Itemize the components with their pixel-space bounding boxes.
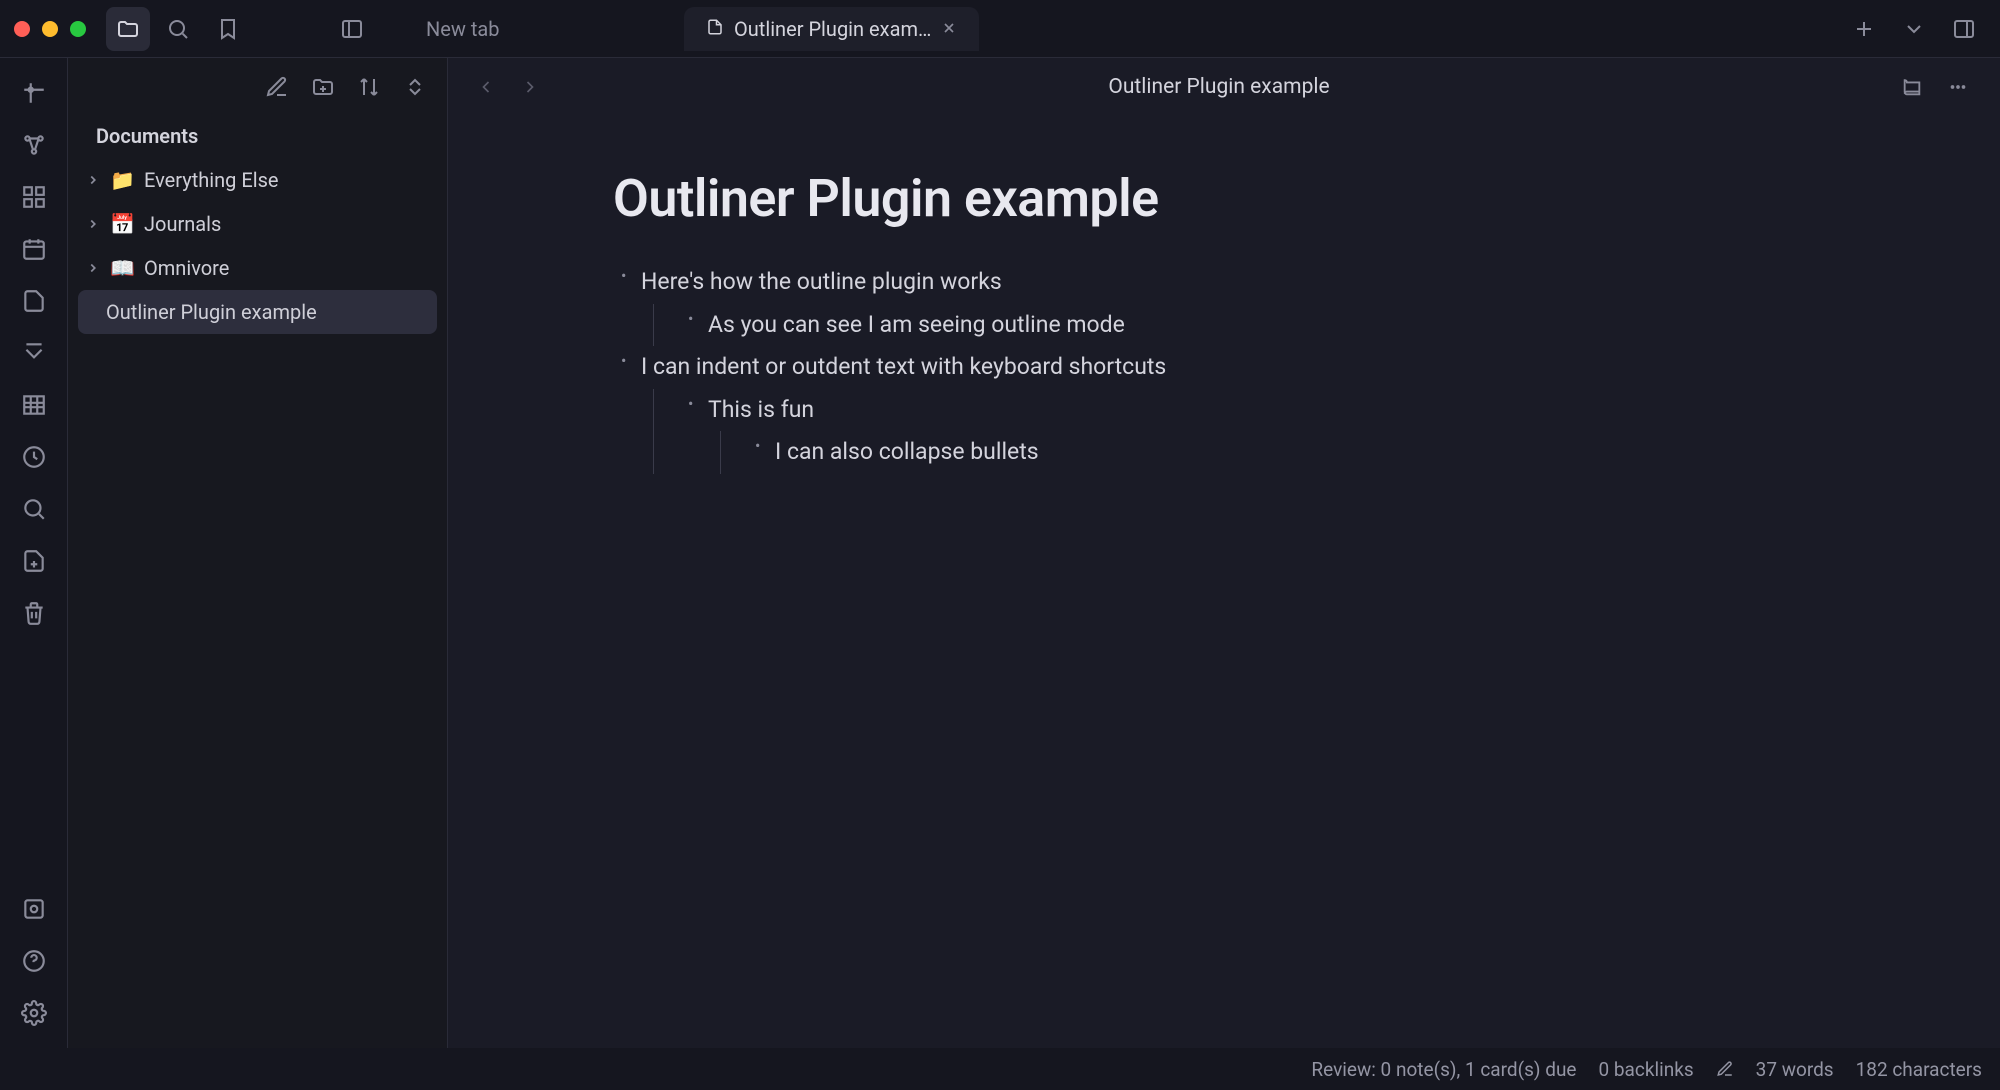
quick-switcher-icon[interactable] xyxy=(11,70,57,116)
window-controls xyxy=(14,21,86,37)
outline-item[interactable]: This is funI can also collapse bullets xyxy=(680,389,2000,474)
right-sidebar-toggle-icon[interactable] xyxy=(1942,7,1986,51)
daily-note-icon[interactable] xyxy=(11,226,57,272)
tab-outliner[interactable]: Outliner Plugin exam… xyxy=(684,7,979,51)
editor-header: Outliner Plugin example xyxy=(448,58,2000,116)
tree-item-label: Omnivore xyxy=(144,256,229,280)
tree-item-label: Journals xyxy=(144,212,221,236)
nav-back-icon[interactable] xyxy=(470,71,502,103)
settings-icon[interactable] xyxy=(11,990,57,1036)
maximize-window-button[interactable] xyxy=(70,21,86,37)
canvas-icon[interactable] xyxy=(11,174,57,220)
chevron-right-icon[interactable] xyxy=(82,261,104,275)
search-pane-icon[interactable] xyxy=(11,486,57,532)
new-tab-icon[interactable] xyxy=(1842,7,1886,51)
outline-item[interactable]: I can indent or outdent text with keyboa… xyxy=(613,346,2000,474)
close-window-button[interactable] xyxy=(14,21,30,37)
table-icon[interactable] xyxy=(11,382,57,428)
status-words[interactable]: 37 words xyxy=(1756,1058,1834,1081)
trash-icon[interactable] xyxy=(11,590,57,636)
new-folder-icon[interactable] xyxy=(301,65,345,109)
status-edit-icon[interactable] xyxy=(1716,1060,1734,1078)
outline-item[interactable]: Here's how the outline plugin worksAs yo… xyxy=(613,261,2000,346)
command-icon[interactable] xyxy=(11,330,57,376)
status-review[interactable]: Review: 0 note(s), 1 card(s) due xyxy=(1311,1058,1576,1081)
close-tab-icon[interactable] xyxy=(941,17,957,41)
chevron-right-icon[interactable] xyxy=(82,173,104,187)
editor-content[interactable]: Outliner Plugin example Here's how the o… xyxy=(448,116,2000,1048)
more-options-icon[interactable] xyxy=(1938,67,1978,107)
tree-item[interactable]: Outliner Plugin example xyxy=(78,290,437,334)
sort-icon[interactable] xyxy=(347,65,391,109)
help-icon[interactable] xyxy=(11,938,57,984)
editor-pane: Outliner Plugin example Outliner Plugin … xyxy=(448,58,2000,1048)
file-tree: 📁Everything Else📅Journals📖OmnivoreOutlin… xyxy=(68,158,447,334)
status-backlinks[interactable]: 0 backlinks xyxy=(1599,1058,1694,1081)
outline-content[interactable]: Here's how the outline plugin worksAs yo… xyxy=(613,261,2000,474)
tab-new[interactable]: New tab xyxy=(404,7,684,51)
editor-title[interactable]: Outliner Plugin example xyxy=(558,75,1880,99)
status-bar: Review: 0 note(s), 1 card(s) due 0 backl… xyxy=(0,1048,2000,1090)
tab-dropdown-icon[interactable] xyxy=(1892,7,1936,51)
sidebar-toolbar xyxy=(68,58,447,116)
chevron-right-icon[interactable] xyxy=(82,217,104,231)
status-chars[interactable]: 182 characters xyxy=(1856,1058,1982,1081)
new-note-icon[interactable] xyxy=(255,65,299,109)
document-title[interactable]: Outliner Plugin example xyxy=(613,168,2000,229)
nav-forward-icon[interactable] xyxy=(514,71,546,103)
sync-icon[interactable] xyxy=(11,434,57,480)
tree-item-label: Outliner Plugin example xyxy=(106,300,317,324)
folder-emoji: 📁 xyxy=(110,168,138,192)
outline-item[interactable]: I can also collapse bullets xyxy=(747,431,2000,474)
outline-item[interactable]: As you can see I am seeing outline mode xyxy=(680,304,2000,347)
minimize-window-button[interactable] xyxy=(42,21,58,37)
tree-item[interactable]: 📁Everything Else xyxy=(78,158,437,202)
folder-emoji: 📅 xyxy=(110,212,138,236)
documents-icon[interactable] xyxy=(11,278,57,324)
file-explorer-icon[interactable] xyxy=(106,7,150,51)
activity-bar xyxy=(0,58,68,1048)
reading-mode-icon[interactable] xyxy=(1892,67,1932,107)
folder-emoji: 📖 xyxy=(110,256,138,280)
bookmark-icon[interactable] xyxy=(206,7,250,51)
file-icon xyxy=(706,17,724,41)
vault-icon[interactable] xyxy=(11,886,57,932)
tab-bar: New tab Outliner Plugin exam… xyxy=(404,7,1842,51)
templates-icon[interactable] xyxy=(11,538,57,584)
sidebar-toggle-icon[interactable] xyxy=(330,7,374,51)
tree-item[interactable]: 📅Journals xyxy=(78,202,437,246)
collapse-all-icon[interactable] xyxy=(393,65,437,109)
titlebar: New tab Outliner Plugin exam… xyxy=(0,0,2000,58)
tab-label: Outliner Plugin exam… xyxy=(734,17,931,41)
search-icon[interactable] xyxy=(156,7,200,51)
tree-item-label: Everything Else xyxy=(144,168,279,192)
file-sidebar: Documents 📁Everything Else📅Journals📖Omni… xyxy=(68,58,448,1048)
sidebar-section-title: Documents xyxy=(68,116,447,158)
tab-label: New tab xyxy=(426,17,500,41)
graph-view-icon[interactable] xyxy=(11,122,57,168)
tree-item[interactable]: 📖Omnivore xyxy=(78,246,437,290)
